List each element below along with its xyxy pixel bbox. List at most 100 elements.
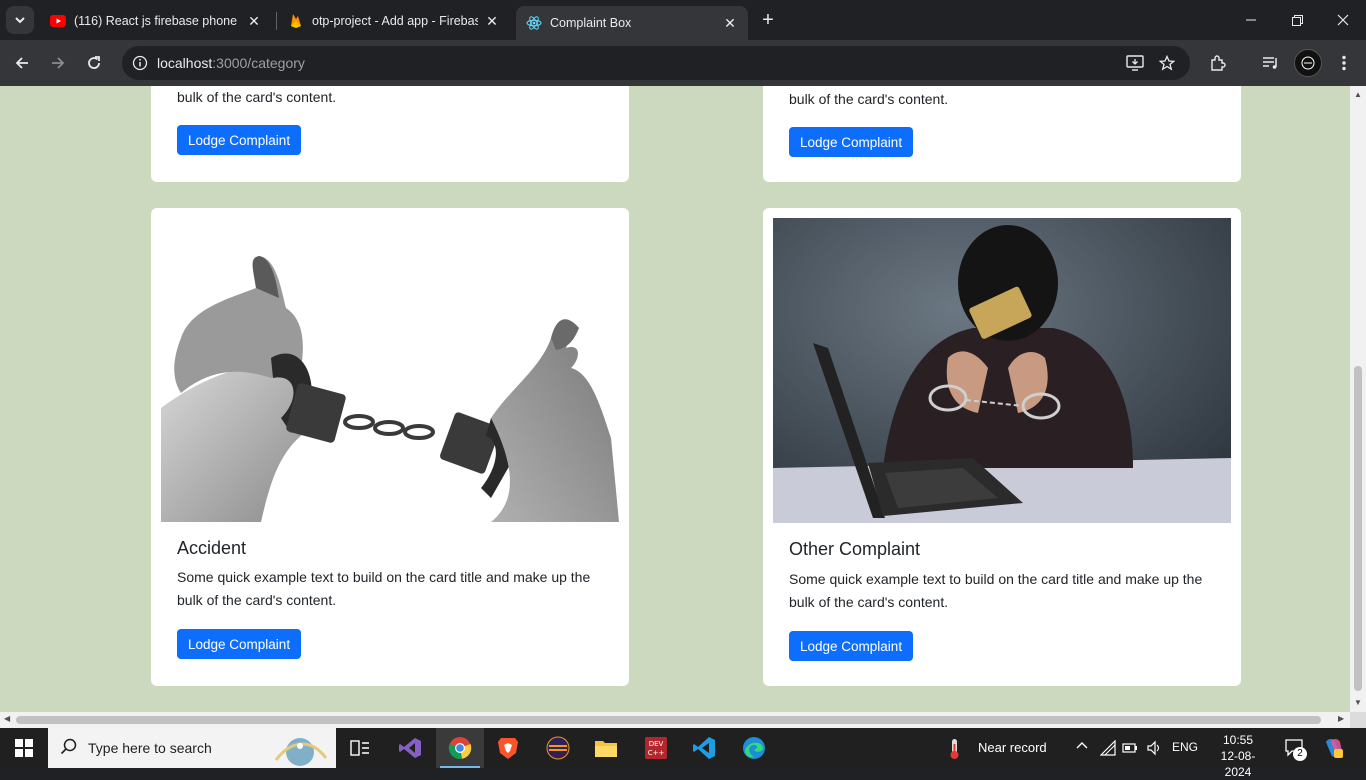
file-explorer-icon: [595, 741, 617, 757]
network-icon[interactable]: [1099, 739, 1116, 761]
tab-title: (116) React js firebase phone au: [74, 14, 240, 28]
vertical-scrollbar[interactable]: ▲ ▼: [1350, 86, 1366, 712]
reload-button[interactable]: [80, 49, 108, 77]
menu-kebab-icon[interactable]: [1332, 51, 1356, 75]
site-info-icon[interactable]: [130, 53, 150, 73]
scrollbar-thumb[interactable]: [1354, 366, 1362, 691]
arrow-right-icon: [52, 57, 65, 69]
clock[interactable]: 10:55 12-08-2024: [1208, 732, 1268, 780]
weather-thermometer-icon[interactable]: [948, 738, 962, 765]
eclipse-icon: [546, 736, 570, 760]
chevron-up-icon[interactable]: [1076, 739, 1088, 753]
chrome-app[interactable]: [436, 728, 484, 768]
horizontal-scrollbar[interactable]: ◀ ▶: [0, 712, 1350, 728]
reload-icon: [88, 56, 100, 69]
address-bar[interactable]: localhost:3000/category: [122, 46, 1190, 80]
tab-firebase[interactable]: otp-project - Add app - Firebas ✕: [278, 6, 510, 36]
minimize-icon: [1246, 19, 1256, 21]
restore-icon: [1291, 14, 1303, 26]
lodge-complaint-button[interactable]: Lodge Complaint: [177, 125, 302, 155]
battery-icon[interactable]: [1122, 741, 1138, 760]
minimize-button[interactable]: [1228, 0, 1274, 40]
chrome-icon: [448, 737, 472, 760]
tab-strip: (116) React js firebase phone au ✕ otp-p…: [0, 0, 1366, 40]
card-text: Some quick example text to build on the …: [177, 569, 591, 608]
dev-cpp-app[interactable]: DEV C++: [632, 728, 680, 768]
extensions-icon[interactable]: [1206, 51, 1230, 75]
tab-title: otp-project - Add app - Firebas: [312, 14, 478, 28]
lodge-complaint-button[interactable]: Lodge Complaint: [789, 631, 914, 661]
scroll-right-icon[interactable]: ▶: [1338, 714, 1344, 723]
clock-time: 10:55: [1222, 733, 1254, 747]
scrollbar-corner: [1350, 712, 1366, 728]
tab-youtube[interactable]: (116) React js firebase phone au ✕: [40, 6, 272, 36]
edge-icon: [743, 737, 765, 759]
category-card: bulk of the card's content. Lodge Compla…: [763, 86, 1241, 182]
scrollbar-thumb[interactable]: [16, 716, 1321, 724]
scroll-up-icon[interactable]: ▲: [1354, 90, 1362, 99]
visual-studio-icon: [399, 738, 421, 758]
copilot-icon[interactable]: [1322, 737, 1344, 764]
card-title: Other Complaint: [789, 539, 921, 559]
brave-app[interactable]: [484, 728, 532, 768]
card-text: bulk of the card's content.: [177, 89, 337, 105]
back-button[interactable]: [8, 49, 36, 77]
svg-text:DEV: DEV: [649, 740, 664, 748]
category-card: bulk of the card's content. Lodge Compla…: [151, 86, 629, 182]
file-explorer-app[interactable]: [582, 728, 630, 768]
scroll-left-icon[interactable]: ◀: [4, 714, 10, 723]
task-view-icon: [350, 740, 369, 756]
clock-date: 12-08-2024: [1220, 749, 1256, 779]
svg-text:C++: C++: [648, 749, 665, 757]
vscode-icon: [693, 737, 715, 759]
plus-icon: +: [762, 8, 774, 31]
url-host: localhost: [157, 55, 213, 71]
lodge-complaint-button[interactable]: Lodge Complaint: [789, 127, 914, 157]
arrow-left-icon: [15, 57, 28, 69]
close-icon[interactable]: ✕: [246, 13, 262, 29]
profile-avatar[interactable]: [1294, 49, 1322, 77]
browser-toolbar: localhost:3000/category: [0, 40, 1366, 86]
task-view-button[interactable]: [336, 728, 384, 768]
weather-text[interactable]: Near record: [978, 740, 1047, 755]
eclipse-app[interactable]: [534, 728, 582, 768]
install-app-icon[interactable]: [1125, 53, 1145, 73]
language-indicator[interactable]: ENG: [1172, 740, 1198, 754]
search-icon: [60, 738, 78, 761]
tab-complaint-box[interactable]: Complaint Box ✕: [516, 6, 748, 40]
tab-search-button[interactable]: [6, 6, 34, 34]
edge-app[interactable]: [730, 728, 778, 768]
taskbar-search-box[interactable]: Type here to search: [48, 728, 336, 768]
lodge-complaint-button[interactable]: Lodge Complaint: [177, 629, 302, 659]
youtube-icon: [50, 13, 66, 29]
close-window-button[interactable]: [1320, 0, 1366, 40]
category-card-accident: Accident Some quick example text to buil…: [151, 208, 629, 686]
close-icon[interactable]: ✕: [722, 15, 738, 31]
search-placeholder: Type here to search: [88, 740, 212, 756]
media-control-icon[interactable]: [1259, 51, 1283, 75]
vscode-app[interactable]: [680, 728, 728, 768]
close-icon: [1337, 14, 1349, 26]
bookmark-star-icon[interactable]: [1157, 53, 1177, 73]
scroll-down-icon[interactable]: ▼: [1354, 698, 1362, 707]
page-content: bulk of the card's content. Lodge Compla…: [0, 86, 1350, 712]
new-tab-button[interactable]: +: [756, 8, 780, 32]
url-text: localhost:3000/category: [157, 55, 305, 71]
chevron-down-icon: [15, 17, 25, 24]
visual-studio-app[interactable]: [386, 728, 434, 768]
card-text: bulk of the card's content.: [789, 91, 949, 107]
tab-separator: [276, 12, 277, 30]
close-icon[interactable]: ✕: [484, 13, 500, 29]
url-path: :3000/category: [212, 55, 305, 71]
start-button[interactable]: [0, 728, 48, 768]
restore-button[interactable]: [1274, 0, 1320, 40]
category-card-other-complaint: Other Complaint Some quick example text …: [763, 208, 1241, 686]
forward-button[interactable]: [44, 49, 72, 77]
windows-taskbar: Type here to search DEVC++ Near record: [0, 728, 1366, 779]
notification-badge: 2: [1293, 747, 1307, 761]
avatar-icon: [1301, 56, 1315, 70]
card-text: Some quick example text to build on the …: [789, 571, 1203, 610]
volume-icon[interactable]: [1146, 740, 1162, 761]
react-icon: [526, 15, 542, 31]
masked-person-laptop-photo: [773, 218, 1231, 523]
